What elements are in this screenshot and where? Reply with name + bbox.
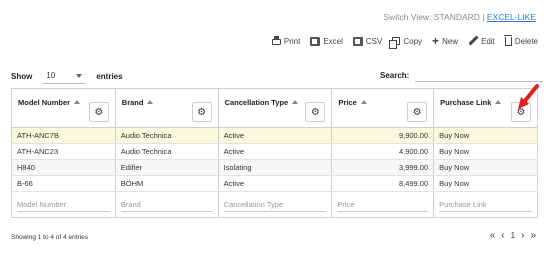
column-header-brand[interactable]: Brand ⚙ [114, 88, 219, 128]
column-settings-gear-icon[interactable]: ⚙ [407, 102, 428, 122]
cell-brand: Audio Technica [114, 143, 219, 160]
cell-price: 8,499.00 [331, 175, 435, 192]
copy-label: Copy [403, 36, 423, 46]
filter-brand-input[interactable] [120, 197, 213, 212]
sort-asc-icon [292, 100, 299, 104]
filter-row [11, 191, 538, 218]
cell-price: 9,900.00 [331, 127, 435, 144]
excel-label: Excel [323, 36, 343, 46]
excel-button[interactable]: Excel [310, 36, 343, 46]
print-label: Print [283, 36, 301, 46]
excel-like-link[interactable]: EXCEL-LIKE [487, 12, 536, 22]
csv-button[interactable]: CSV [352, 36, 383, 46]
chevron-down-icon [76, 73, 83, 78]
csv-label: CSV [365, 36, 383, 46]
copy-button[interactable]: Copy [389, 36, 423, 49]
sort-asc-icon [495, 100, 502, 104]
delete-label: Delete [514, 36, 538, 46]
column-settings-gear-icon[interactable]: ⚙ [191, 102, 212, 122]
cell-purchase-link[interactable]: Buy Now [433, 159, 538, 176]
cell-cancellation-type: Active [217, 127, 333, 144]
filter-purchase-link-input[interactable] [439, 197, 532, 212]
edit-label: Edit [481, 36, 495, 46]
data-table: Model Number ⚙ Brand ⚙ Cancellation Type ⚙ … [11, 88, 538, 218]
page-1-button[interactable]: 1 [511, 231, 515, 240]
next-page-button[interactable]: › [521, 230, 524, 241]
filter-cancellation-type-input[interactable] [223, 197, 327, 212]
length-control: Show 10 entries [11, 68, 123, 84]
show-label: Show [11, 71, 33, 81]
sort-asc-icon [360, 100, 367, 104]
cell-model-number: B-66 [11, 175, 116, 192]
column-title: Cancellation Type [224, 97, 289, 107]
column-header-price[interactable]: Price ⚙ [331, 88, 435, 128]
trash-icon [503, 34, 512, 46]
header-row: Model Number ⚙ Brand ⚙ Cancellation Type ⚙ … [11, 88, 538, 128]
cell-price: 4,900.00 [331, 143, 435, 160]
column-settings-gear-icon[interactable]: ⚙ [88, 102, 109, 122]
sort-asc-icon [74, 100, 81, 104]
last-page-button[interactable]: » [530, 230, 536, 241]
toolbar: Print Excel CSV Copy + New Edit Delete [271, 33, 538, 49]
red-arrow-annotation [518, 84, 539, 109]
cell-brand: Audio Technica [114, 127, 219, 144]
cell-model-number: ATH-ANC23 [11, 143, 116, 160]
column-title: Price [338, 97, 357, 107]
column-title: Purchase Link [440, 97, 492, 107]
switch-view: Switch View: STANDARD | EXCEL-LIKE [383, 12, 536, 22]
cell-model-number: ATH-ANC7B [11, 127, 116, 144]
previous-page-button[interactable]: ‹ [501, 230, 504, 241]
pencil-icon [468, 36, 478, 46]
column-title: Brand [121, 97, 144, 107]
first-page-button[interactable]: « [490, 230, 496, 241]
edit-button[interactable]: Edit [468, 36, 495, 46]
cell-model-number: H840 [11, 159, 116, 176]
cell-price: 3,999.00 [331, 159, 435, 176]
cell-purchase-link[interactable]: Buy Now [433, 175, 538, 192]
table-row[interactable]: H840 Edifier Isolating 3,999.00 Buy Now [11, 159, 538, 176]
table-row[interactable]: B-66 BÖHM Active 8,499.00 Buy Now [11, 175, 538, 192]
pagination: « ‹ 1 › » [490, 230, 536, 241]
column-header-model-number[interactable]: Model Number ⚙ [11, 88, 116, 128]
search-label: Search: [380, 70, 410, 80]
excel-icon [310, 36, 321, 46]
table-info: Showing 1 to 4 of 4 entries [11, 234, 88, 241]
cell-brand: Edifier [114, 159, 219, 176]
printer-icon [271, 36, 281, 45]
new-label: New [442, 36, 459, 46]
cell-cancellation-type: Active [217, 175, 333, 192]
cell-cancellation-type: Active [217, 143, 333, 160]
cell-cancellation-type: Isolating [217, 159, 333, 176]
table-row[interactable]: ATH-ANC23 Audio Technica Active 4,900.00… [11, 143, 538, 160]
new-button[interactable]: + New [432, 33, 459, 48]
delete-button[interactable]: Delete [503, 34, 538, 46]
column-header-cancellation-type[interactable]: Cancellation Type ⚙ [217, 88, 333, 128]
search-input[interactable] [415, 68, 544, 82]
search-control: Search: [380, 68, 544, 82]
cell-purchase-link[interactable]: Buy Now [433, 127, 538, 144]
table-row[interactable]: ATH-ANC7B Audio Technica Active 9,900.00… [11, 127, 538, 144]
cell-purchase-link[interactable]: Buy Now [433, 143, 538, 160]
page-length-value: 10 [46, 71, 56, 80]
sort-asc-icon [147, 100, 154, 104]
entries-label: entries [96, 71, 123, 81]
print-button[interactable]: Print [271, 36, 301, 46]
csv-icon [352, 36, 363, 46]
cell-brand: BÖHM [114, 175, 219, 192]
filter-model-number-input[interactable] [17, 197, 110, 212]
plus-icon: + [432, 33, 440, 48]
filter-price-input[interactable] [337, 197, 429, 212]
copy-icon [389, 37, 401, 49]
switch-view-label: Switch View: STANDARD | [383, 12, 487, 22]
column-settings-gear-icon[interactable]: ⚙ [305, 102, 326, 122]
page-length-select[interactable]: 10 [42, 68, 87, 84]
column-title: Model Number [18, 97, 71, 107]
